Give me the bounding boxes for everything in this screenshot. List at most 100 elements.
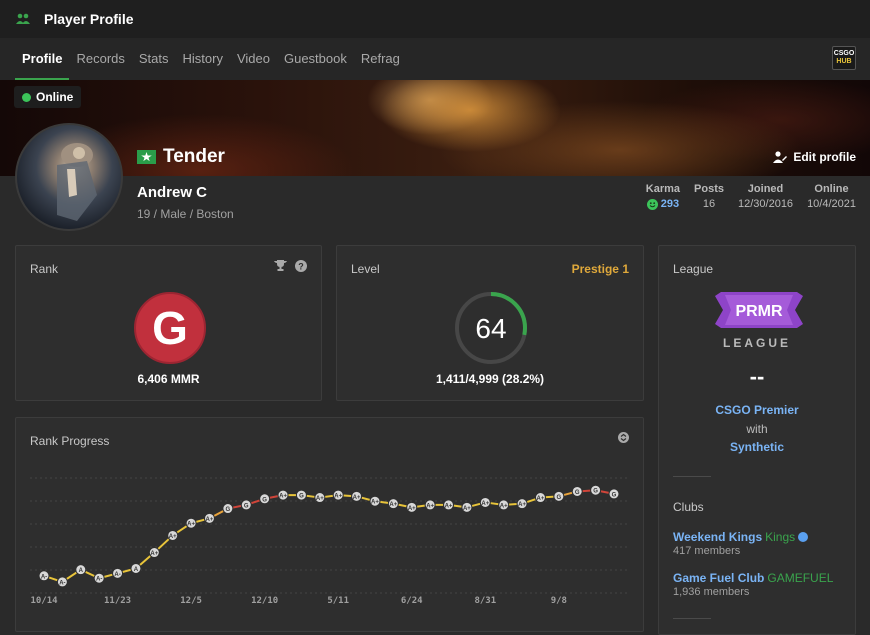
player-nickname: Tender [137, 146, 225, 168]
tab-stats[interactable]: Stats [132, 38, 176, 80]
stat-karma-label: Karma [645, 183, 681, 195]
data-point-label: A+ [408, 506, 416, 512]
data-point-label: A+ [518, 502, 526, 508]
data-point[interactable]: A- [112, 567, 124, 579]
data-point[interactable]: G [222, 503, 234, 515]
data-point-label: G [612, 492, 617, 498]
data-point-label: A+ [169, 534, 177, 540]
help-icon[interactable]: ? [295, 260, 307, 272]
online-dot-icon [22, 92, 31, 102]
data-point[interactable]: G [553, 490, 565, 502]
data-point-label: G [244, 503, 249, 509]
data-point[interactable]: A+ [369, 495, 381, 507]
data-point[interactable]: A+ [203, 512, 215, 524]
data-point[interactable]: A [75, 564, 87, 576]
league-card-title: League [673, 262, 714, 276]
data-point[interactable]: A+ [534, 492, 546, 504]
data-point[interactable]: A+ [185, 517, 197, 529]
stat-online-label: Online [814, 183, 849, 195]
data-point[interactable]: A- [56, 576, 68, 588]
data-point[interactable]: G [259, 493, 271, 505]
x-tick-label: 9/8 [551, 596, 567, 606]
data-point[interactable]: A+ [461, 501, 473, 513]
trophy-icon[interactable] [274, 260, 287, 272]
data-point[interactable]: A+ [277, 489, 289, 501]
x-tick-label: 6/24 [401, 596, 423, 606]
data-point-label: A+ [426, 503, 434, 509]
data-point[interactable]: A+ [148, 547, 160, 559]
tab-refrag[interactable]: Refrag [354, 38, 407, 80]
data-point-label: G [299, 494, 304, 500]
clubs-title: Clubs [673, 500, 704, 514]
nickname-text: Tender [163, 146, 225, 167]
data-point-label: A+ [371, 500, 379, 506]
x-tick-label: 11/23 [104, 596, 131, 606]
level-card: Level Prestige 1 64 1,411/4,999 (28.2%) [336, 245, 644, 401]
data-point-label: A+ [463, 506, 471, 512]
avatar[interactable] [15, 123, 123, 231]
stat-online: Online 10/4/2021 [807, 183, 856, 210]
data-point-label: A+ [353, 495, 361, 501]
x-tick-label: 12/10 [251, 596, 278, 606]
data-point-label: G [593, 489, 598, 495]
club-item[interactable]: Weekend Kings Kings 417 members [673, 530, 809, 557]
data-point[interactable]: A+ [424, 499, 436, 511]
x-tick-label: 10/14 [30, 596, 58, 606]
stat-karma: Karma 293 [646, 183, 680, 210]
title-bar: Player Profile [0, 0, 870, 38]
club-name[interactable]: Game Fuel Club [673, 571, 764, 585]
club-item[interactable]: Game Fuel Club GAMEFUEL 1,936 members [673, 571, 833, 598]
data-point[interactable]: A+ [332, 489, 344, 501]
league-synthetic-link[interactable]: Synthetic [659, 440, 855, 454]
rank-mmr: 6,406 MMR [137, 372, 200, 386]
level-ring: 64 [455, 292, 527, 364]
data-point[interactable]: A+ [387, 498, 399, 510]
club-name[interactable]: Weekend Kings [673, 530, 762, 544]
data-point[interactable]: A- [38, 570, 50, 582]
rank-badge-letter: G [152, 306, 188, 350]
prestige-label: Prestige 1 [571, 262, 629, 276]
data-point-label: A- [41, 574, 47, 580]
data-point-label: A [134, 567, 139, 573]
prmr-badge-text: PRMR [735, 303, 783, 320]
data-point[interactable]: A+ [498, 499, 510, 511]
real-name: Andrew C [137, 184, 208, 201]
tab-profile[interactable]: Profile [15, 38, 70, 80]
data-point[interactable]: A+ [167, 529, 179, 541]
stat-online-value: 10/4/2021 [807, 198, 856, 210]
rank-g-icon: G [152, 306, 188, 350]
x-tick-label: 8/31 [474, 596, 496, 606]
data-point[interactable]: A+ [351, 490, 363, 502]
data-point[interactable]: G [608, 488, 620, 500]
data-point[interactable]: A+ [314, 492, 326, 504]
stat-joined: Joined 12/30/2016 [738, 183, 793, 210]
data-point[interactable]: A+ [516, 498, 528, 510]
data-point[interactable]: G [295, 489, 307, 501]
tab-records[interactable]: Records [69, 38, 131, 80]
edit-profile-button[interactable]: Edit profile [773, 150, 856, 164]
data-point-label: A+ [316, 496, 324, 502]
csgo-hub-icon[interactable]: CSGO HUB [832, 46, 856, 70]
data-point[interactable]: A- [93, 572, 105, 584]
data-point[interactable]: G [571, 485, 583, 497]
data-point[interactable]: A+ [406, 501, 418, 513]
data-point-label: A+ [537, 496, 545, 502]
club-members: 1,936 members [673, 586, 750, 598]
hub-icon-line2: HUB [836, 58, 852, 65]
data-point-label: A+ [389, 502, 397, 508]
tab-history[interactable]: History [176, 38, 230, 80]
online-status-badge: Online [14, 86, 82, 108]
league-premier-link[interactable]: CSGO Premier [659, 403, 855, 417]
data-point-label: A+ [334, 494, 342, 500]
league-card: League PRMR LEAGUE -- CSGO Premier with … [658, 245, 856, 635]
data-point[interactable]: A [130, 562, 142, 574]
level-value: 64 [475, 313, 506, 344]
data-point[interactable]: G [590, 484, 602, 496]
tab-video[interactable]: Video [230, 38, 277, 80]
data-point[interactable]: A+ [443, 499, 455, 511]
data-point[interactable]: G [240, 499, 252, 511]
tab-guestbook[interactable]: Guestbook [277, 38, 354, 80]
data-point-label: A+ [481, 501, 489, 507]
data-point[interactable]: A+ [479, 496, 491, 508]
country-flag-icon [137, 150, 156, 164]
